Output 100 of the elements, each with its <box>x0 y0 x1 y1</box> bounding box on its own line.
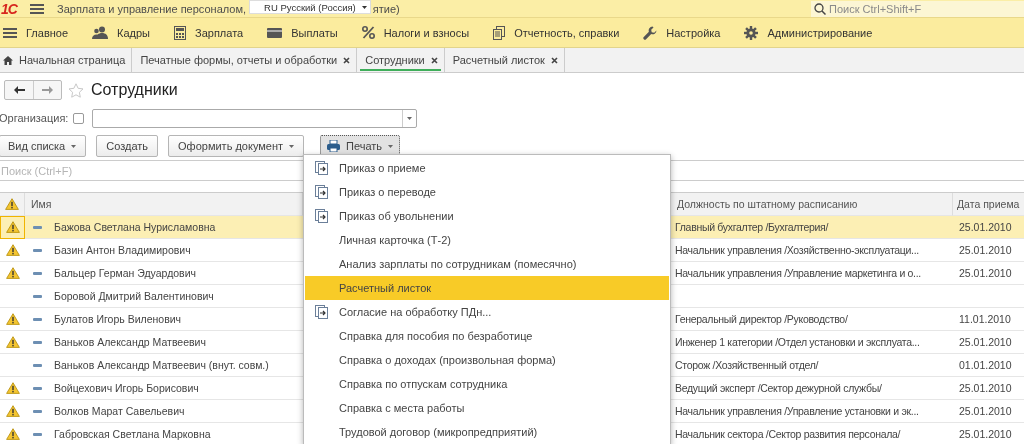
item-icon <box>33 432 42 436</box>
close-icon[interactable] <box>430 56 438 64</box>
printer-icon <box>327 140 341 152</box>
section-link[interactable]: Налоги и взносы <box>383 26 470 39</box>
field-label: Организация: <box>0 112 69 124</box>
employee-name: Габровская Светлана Марковна <box>54 428 211 440</box>
toolbar-button[interactable]: Оформить документ <box>168 135 305 157</box>
item-icon <box>33 294 42 298</box>
section-link[interactable]: Настройка <box>666 26 721 39</box>
table-cell: Инженер 1 категории /Отдел установки и эксплуата... <box>671 331 953 354</box>
toolbar-button[interactable]: Создать <box>96 135 159 157</box>
menu-item[interactable]: Справка по отпускам сотрудника <box>305 372 669 396</box>
caret-icon <box>361 5 367 9</box>
column-header[interactable]: Должность по штатному расписанию <box>671 193 953 216</box>
calculator-icon <box>174 25 186 40</box>
tab[interactable]: Начальная страница <box>0 48 133 72</box>
menu-item[interactable]: Приказ о приеме <box>305 156 669 180</box>
tab[interactable]: Печатные формы, отчеты и обработки <box>132 48 358 72</box>
menu-item[interactable]: Анализ зарплаты по сотрудникам (помесячно) <box>305 252 669 276</box>
language-dropdown[interactable]: RU Русский (Россия) <box>249 0 371 14</box>
card-icon <box>267 27 283 38</box>
table-cell: Начальник управления /Управление маркетинга и о... <box>671 262 953 285</box>
document-add-icon <box>315 305 329 319</box>
caret-icon <box>388 144 394 148</box>
menu-item[interactable]: Трудовой договор (микропредприятий) <box>305 420 669 444</box>
item-icon <box>33 248 42 252</box>
menu-item[interactable]: Согласие на обработку ПДн... <box>305 300 669 324</box>
table-cell: Сторож /Хозяйственный отдел/ <box>671 354 953 377</box>
table-cell: Начальник управления /Управление установки и эк... <box>671 400 953 423</box>
section-link[interactable]: Кадры <box>117 26 150 39</box>
employee-name: Войцехович Игорь Борисович <box>54 382 199 394</box>
checkbox[interactable] <box>73 112 85 124</box>
organization-field[interactable] <box>92 108 418 128</box>
caret-icon <box>289 144 295 148</box>
table-cell: 11.01.2010 <box>953 308 1024 331</box>
menu-item[interactable]: Справка для пособия по безработице <box>305 324 669 348</box>
section-link[interactable]: Администрирование <box>767 26 873 39</box>
item-icon <box>33 317 42 321</box>
toolbar-button[interactable]: Печать <box>320 135 401 157</box>
table-cell: 01.01.2010 <box>953 354 1024 377</box>
table-cell: 25.01.2010 <box>953 377 1024 400</box>
menu-item[interactable]: Расчетный листок <box>305 276 669 300</box>
menu-icon <box>3 26 17 39</box>
home-icon <box>3 55 13 65</box>
item-icon <box>33 340 42 344</box>
employee-name: Бальцер Герман Эдуардович <box>54 267 197 279</box>
document-add-icon <box>315 185 329 199</box>
employee-name: Боровой Дмитрий Валентинович <box>54 290 214 302</box>
close-icon[interactable] <box>343 56 351 64</box>
table-cell: 25.01.2010 <box>953 239 1024 262</box>
table-cell: 25.01.2010 <box>953 423 1024 444</box>
item-icon <box>33 225 42 229</box>
menu-item[interactable]: Справка о доходах (произвольная форма) <box>305 348 669 372</box>
employee-name: Ваньков Александр Матвеевич (внут. совм.) <box>54 359 269 371</box>
menu-icon[interactable] <box>30 2 44 15</box>
section-link[interactable]: Отчетность, справки <box>514 26 620 39</box>
section-link[interactable]: Выплаты <box>291 26 338 39</box>
item-icon <box>33 363 42 367</box>
caret-icon <box>71 144 77 148</box>
section-link[interactable]: Зарплата <box>195 26 244 39</box>
table-cell: 25.01.2010 <box>953 216 1024 239</box>
column-header[interactable]: Имя <box>25 193 303 216</box>
page-title: Сотрудники <box>91 81 178 99</box>
documents-icon <box>493 25 506 40</box>
table-cell: 25.01.2010 <box>953 400 1024 423</box>
logo[interactable]: 1С <box>1 0 30 17</box>
menu-item[interactable]: Приказ о переводе <box>305 180 669 204</box>
tab[interactable]: Сотрудники <box>357 48 445 72</box>
employee-name: Булатов Игорь Виленович <box>54 313 182 325</box>
table-cell: Начальник управления /Хозяйственно-эксплуатаци... <box>671 239 953 262</box>
wrench-icon <box>643 25 658 40</box>
percent-icon <box>361 26 375 39</box>
arrow-left-icon <box>13 86 25 94</box>
column-header[interactable]: Дата приема <box>953 193 1024 216</box>
menu-item[interactable]: Личная карточка (Т-2) <box>305 228 669 252</box>
table-cell: Генеральный директор /Руководство/ <box>671 308 953 331</box>
search-icon <box>814 2 826 15</box>
warning-icon <box>5 198 19 210</box>
table-cell: 25.01.2010 <box>953 262 1024 285</box>
table-cell: Ведущий эксперт /Сектор дежурной службы/ <box>671 377 953 400</box>
item-icon <box>33 409 42 413</box>
window-title: Зарплата и управление персоналом, <box>57 2 247 15</box>
toolbar-button[interactable]: Вид списка <box>0 135 87 157</box>
window-title: ятие) <box>372 2 400 15</box>
close-icon[interactable] <box>550 56 558 64</box>
employee-name: Волков Марат Савельевич <box>54 405 185 417</box>
star-icon[interactable] <box>68 82 84 98</box>
people-icon <box>92 26 109 39</box>
menu-item[interactable]: Приказ об увольнении <box>305 204 669 228</box>
employee-name: Ваньков Александр Матвеевич <box>54 336 206 348</box>
employee-name: Бажова Светлана Нурисламовна <box>54 221 216 233</box>
document-add-icon <box>315 209 329 223</box>
arrow-right-icon <box>42 86 53 94</box>
document-add-icon <box>315 161 329 175</box>
item-icon <box>33 271 42 275</box>
menu-item[interactable]: Справка с места работы <box>305 396 669 420</box>
section-link[interactable]: Главное <box>26 26 69 39</box>
tab[interactable]: Расчетный листок <box>444 48 565 72</box>
table-cell: 25.01.2010 <box>953 331 1024 354</box>
table-cell: Главный бухгалтер /Бухгалтерия/ <box>671 216 953 239</box>
